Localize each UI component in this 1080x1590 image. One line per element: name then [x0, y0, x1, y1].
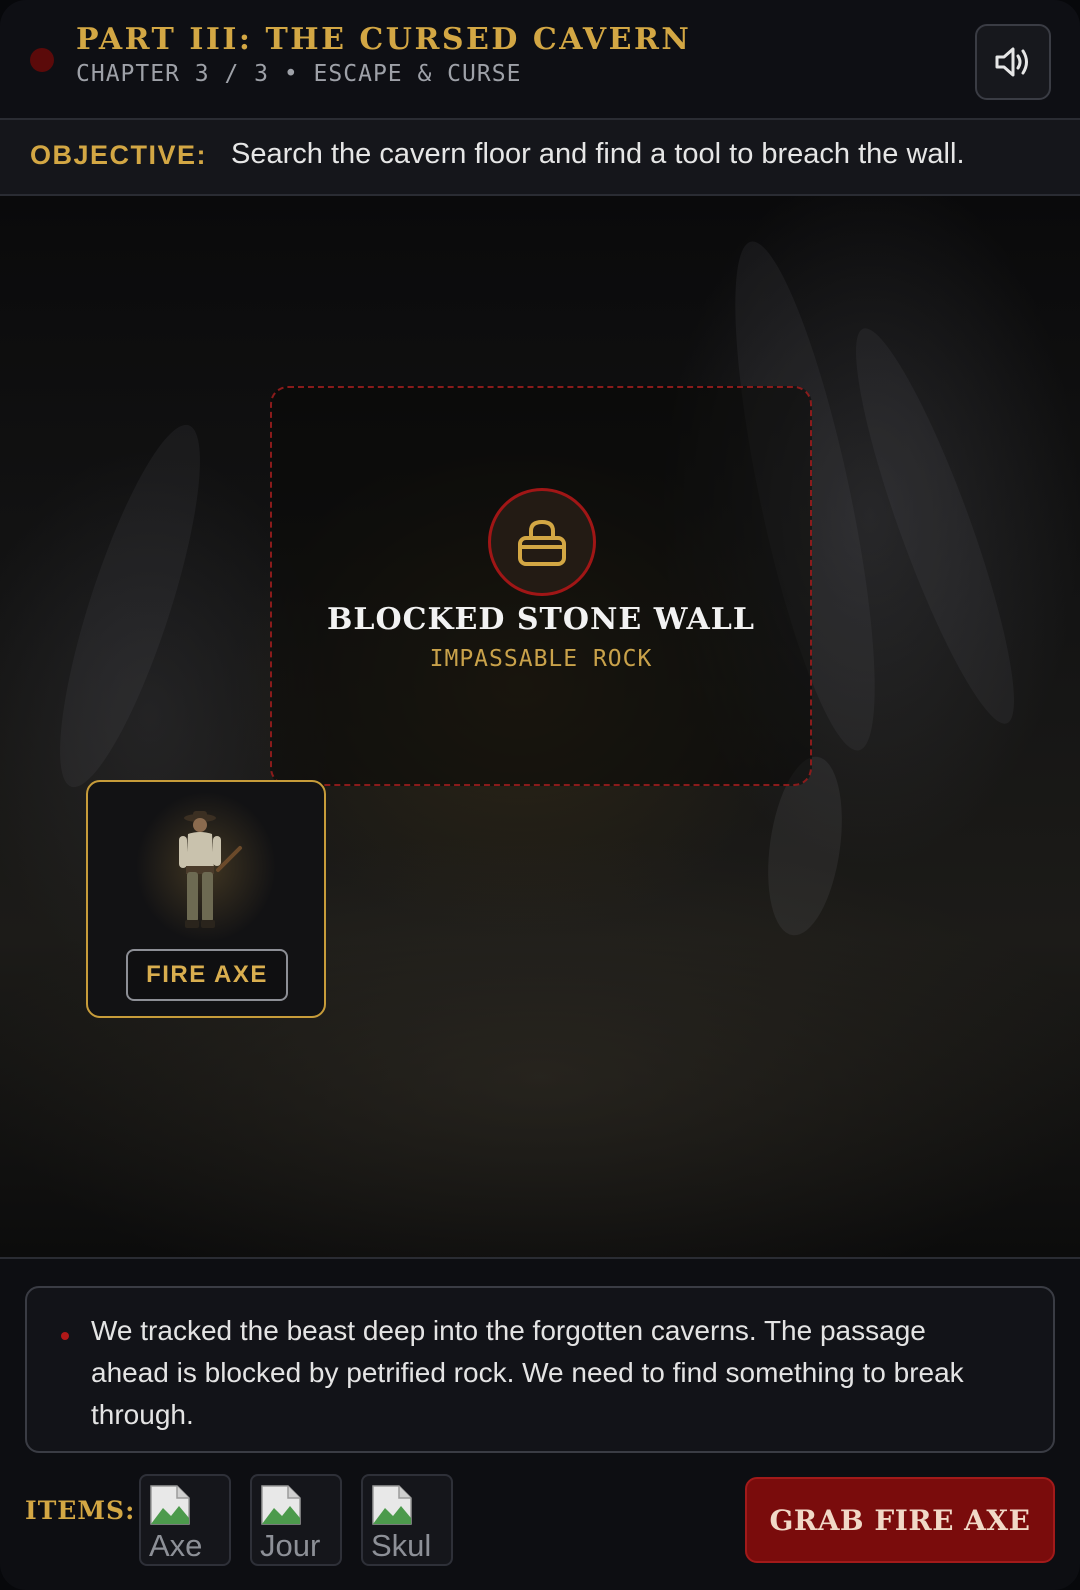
slot-alt-text: Axe [149, 1528, 203, 1563]
sound-toggle-button[interactable] [975, 24, 1051, 100]
inventory-slot-axe[interactable]: Axe [139, 1474, 231, 1566]
item-label: FIRE AXE [126, 949, 288, 1001]
wall-title: BLOCKED STONE WALL [327, 602, 755, 637]
game-screen: PART III: THE CURSED CAVERN CHAPTER 3 / … [0, 0, 1080, 1590]
chapter-subtitle: CHAPTER 3 / 3 • ESCAPE & CURSE [76, 61, 522, 87]
top-bar: PART III: THE CURSED CAVERN CHAPTER 3 / … [0, 0, 1080, 120]
chapter-title: PART III: THE CURSED CAVERN [76, 22, 692, 57]
inventory-slot-journal[interactable]: Jour [250, 1474, 342, 1566]
dialogue-box: We tracked the beast deep into the forgo… [25, 1286, 1055, 1453]
inventory-label: ITEMS: [25, 1496, 136, 1525]
speaker-icon [995, 47, 1028, 77]
bottom-panel: We tracked the beast deep into the forgo… [0, 1257, 1080, 1590]
slot-alt-text: Skul [371, 1528, 432, 1563]
fire-axe-item-card[interactable]: FIRE AXE [86, 780, 326, 1018]
status-dot [30, 48, 54, 72]
broken-image-icon [150, 1485, 190, 1525]
lock-badge [488, 488, 596, 596]
cavern-scene: BLOCKED STONE WALL IMPASSABLE ROCK FIRE … [0, 196, 1080, 1257]
blocked-wall-zone[interactable]: BLOCKED STONE WALL IMPASSABLE ROCK [270, 386, 812, 786]
wall-subtitle: IMPASSABLE ROCK [429, 646, 653, 672]
grab-fire-axe-button[interactable]: GRAB FIRE AXE [745, 1477, 1055, 1563]
objective-text: Search the cavern floor and find a tool … [231, 138, 965, 170]
inventory-slot-skull[interactable]: Skul [361, 1474, 453, 1566]
dialogue-bullet [61, 1332, 69, 1340]
dialogue-text: We tracked the beast deep into the forgo… [91, 1315, 964, 1430]
explorer-character-figure [179, 811, 242, 928]
objective-label: OBJECTIVE: [30, 140, 208, 170]
broken-image-icon [261, 1485, 301, 1525]
rock-texture [33, 412, 227, 800]
lock-icon [518, 519, 566, 566]
slot-alt-text: Jour [260, 1528, 321, 1563]
objective-bar: OBJECTIVE: Search the cavern floor and f… [0, 120, 1080, 196]
broken-image-icon [372, 1485, 412, 1525]
